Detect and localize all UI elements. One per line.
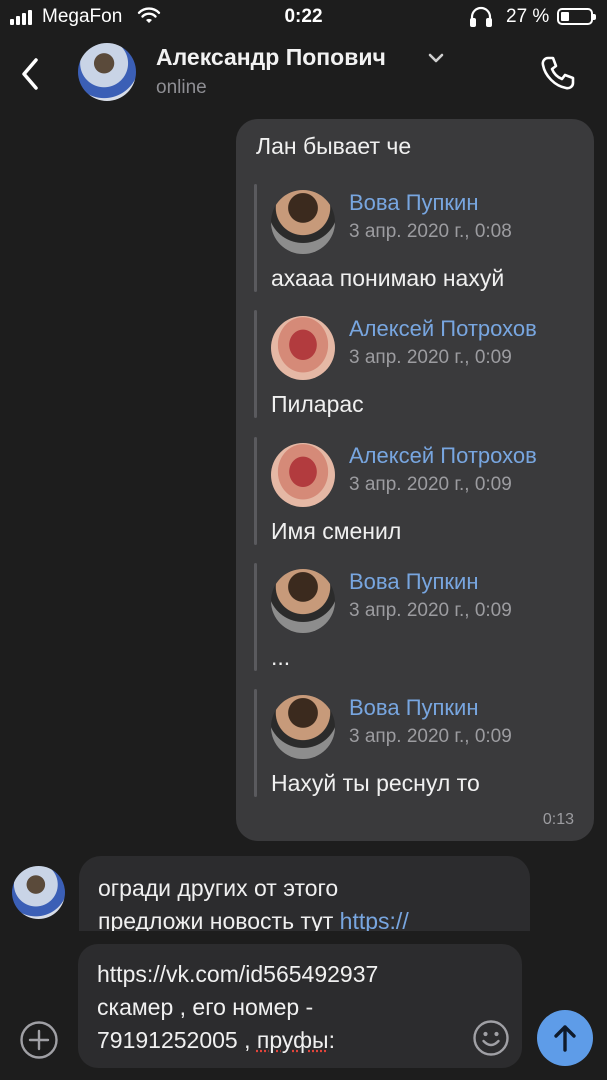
plus-icon[interactable] [19,1020,59,1060]
message-date: 3 апр. 2020 г., 0:09 [349,347,512,368]
status-bar: MegaFon 0:22 27 % [0,0,607,34]
forwarded-text: ... [271,644,291,670]
send-button[interactable] [537,1010,593,1066]
contact-name[interactable]: Александр Попович [156,44,386,71]
sender-avatar[interactable] [271,316,335,380]
chat-header: Александр Попович online [0,34,607,114]
forwarded-message[interactable]: Вова Пупкин 3 апр. 2020 г., 0:09 Нахуй т… [254,689,574,797]
forwarded-message[interactable]: Вова Пупкин 3 апр. 2020 г., 0:08 ахааа п… [254,184,574,292]
sender-avatar[interactable] [271,190,335,254]
chevron-down-icon[interactable] [428,52,444,64]
incoming-line: предложи новость тут https:// [98,905,518,931]
forwarded-message[interactable]: Алексей Потрохов 3 апр. 2020 г., 0:09 Им… [254,437,574,545]
incoming-line-text: предложи новость тут [98,908,340,931]
back-icon[interactable] [16,56,46,92]
battery-icon [557,8,596,25]
incoming-line: огради других от этого [98,875,339,901]
forward-bar [254,563,257,671]
input-line: 79191252005 , пруфы: [97,1024,469,1057]
send-arrow-icon [554,1025,576,1052]
sender-avatar[interactable] [271,569,335,633]
phone-icon[interactable] [539,54,577,92]
forwarded-text: Имя сменил [271,518,402,544]
forward-bar [254,689,257,797]
sender-name[interactable]: Вова Пупкин [349,695,479,721]
incoming-message-bubble[interactable]: огради других от этого предложи новость … [79,856,530,931]
forward-bar [254,310,257,418]
sender-name[interactable]: Вова Пупкин [349,190,479,216]
forwarded-text: Пиларас [271,391,364,417]
sender-name[interactable]: Алексей Потрохов [349,316,537,342]
outgoing-message-text: Лан бывает че [256,133,412,159]
message-input-text[interactable]: https://vk.com/id565492937 скамер , его … [97,958,469,1057]
message-date: 3 апр. 2020 г., 0:09 [349,600,512,621]
forward-bar [254,184,257,292]
contact-status: online [156,77,207,98]
input-line-text: : [328,1027,335,1053]
message-link[interactable]: https:// [340,908,409,931]
message-date: 3 апр. 2020 г., 0:08 [349,221,512,242]
incoming-message-text: огради других от этого предложи новость … [98,872,518,931]
input-line: скамер , его номер - [97,994,314,1020]
input-line: https://vk.com/id565492937 [97,961,379,987]
input-line-text: 79191252005 , [97,1027,257,1053]
sender-name[interactable]: Вова Пупкин [349,569,479,595]
forwarded-text: Нахуй ты реснул то [271,770,480,796]
contact-avatar-small[interactable] [12,866,65,919]
forwarded-message[interactable]: Вова Пупкин 3 апр. 2020 г., 0:09 ... [254,563,574,671]
message-time: 0:13 [542,811,574,828]
emoji-icon[interactable] [472,1019,510,1057]
sender-avatar[interactable] [271,443,335,507]
forwarded-message[interactable]: Алексей Потрохов 3 апр. 2020 г., 0:09 Пи… [254,310,574,418]
forward-bar [254,437,257,545]
message-date: 3 апр. 2020 г., 0:09 [349,474,512,495]
message-input[interactable]: https://vk.com/id565492937 скамер , его … [78,944,522,1068]
message-date: 3 апр. 2020 г., 0:09 [349,726,512,747]
forwarded-text: ахааа понимаю нахуй [271,265,505,291]
battery-percent: 27 % [506,6,550,27]
sender-name[interactable]: Алексей Потрохов [349,443,537,469]
outgoing-message-bubble[interactable]: Лан бывает че Вова Пупкин 3 апр. 2020 г.… [236,119,594,841]
spellcheck-word[interactable]: пруфы [257,1027,329,1053]
headphones-icon [470,6,492,27]
contact-avatar[interactable] [78,43,136,101]
sender-avatar[interactable] [271,695,335,759]
